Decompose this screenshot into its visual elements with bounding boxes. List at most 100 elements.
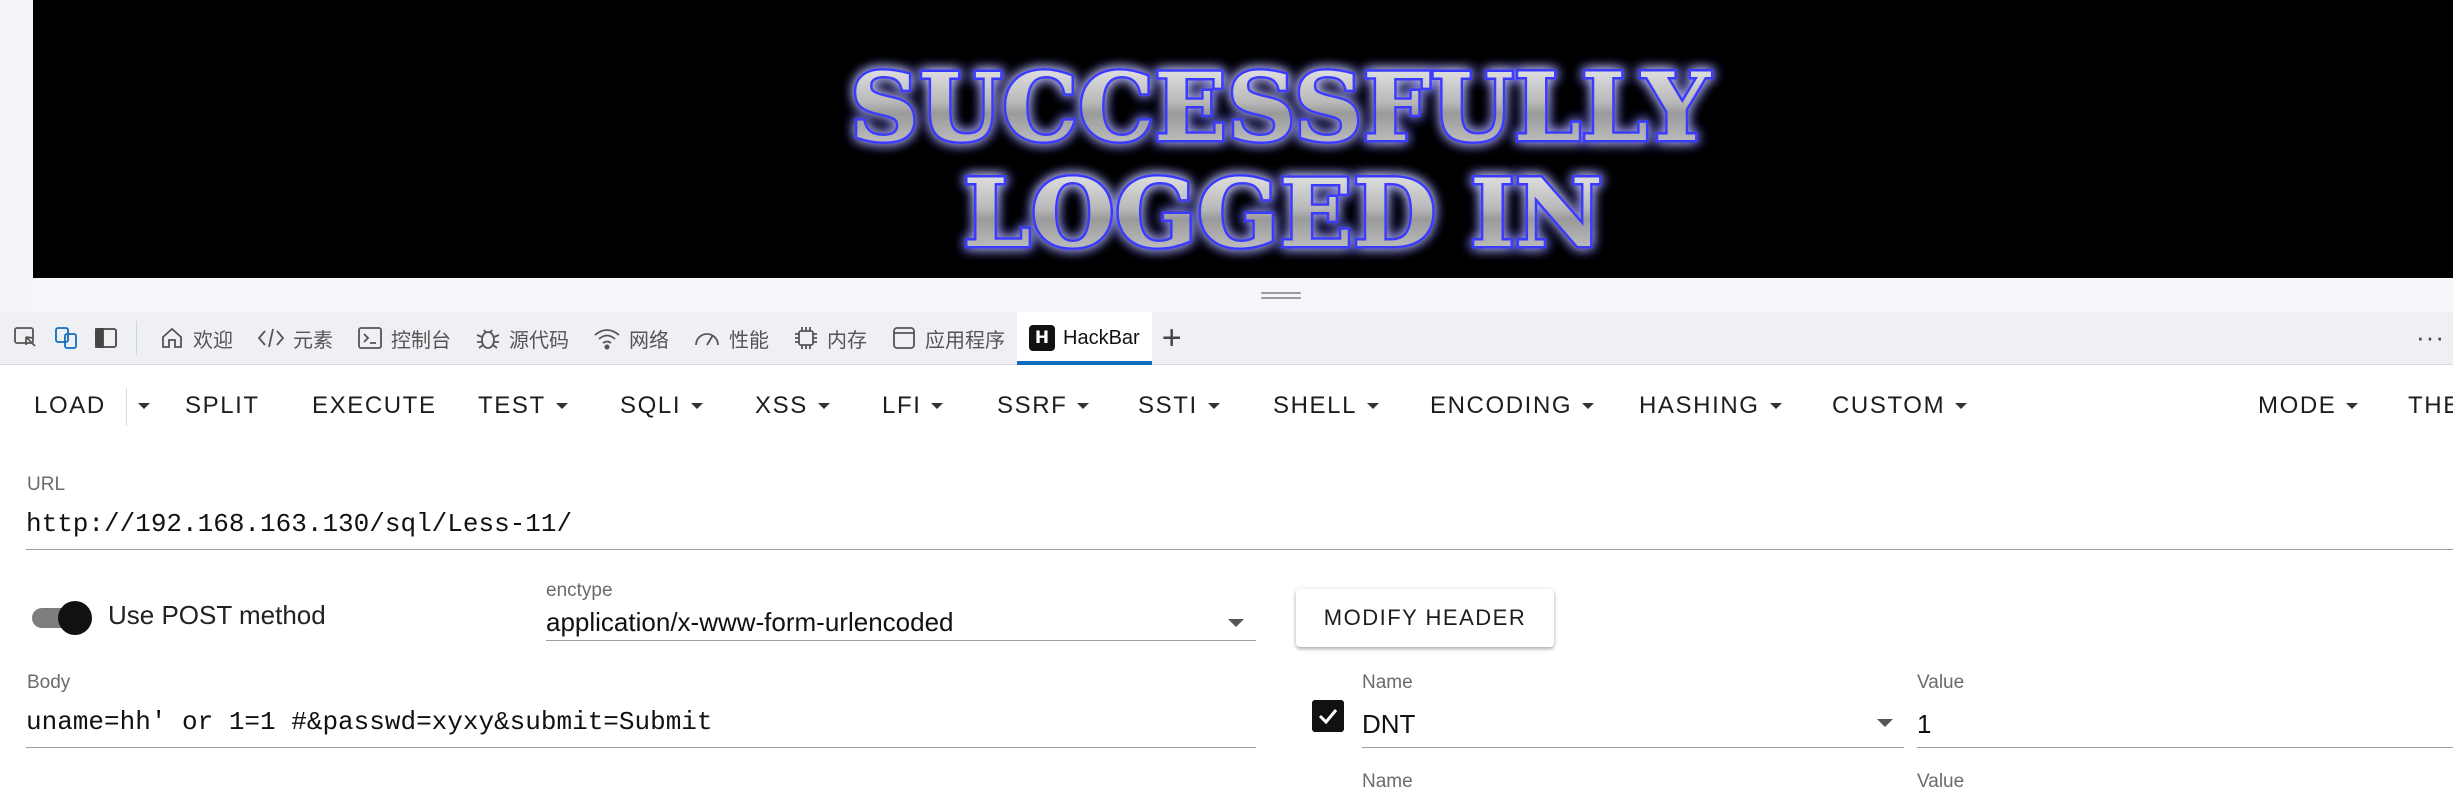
toggle-knob [58,601,92,635]
ssrf-menu-label: SSRF [997,392,1068,419]
chevron-down-icon [1367,403,1380,409]
tab-performance[interactable]: 性能 [681,312,781,365]
url-underline [26,549,2453,550]
code-icon [257,328,285,348]
chevron-down-icon [817,403,830,409]
shell-menu-button[interactable]: SHELL [1273,388,1380,424]
page-background [33,278,2453,312]
dock-side-icon[interactable] [86,318,126,358]
modify-header-label: MODIFY HEADER [1323,605,1527,630]
mode-menu-label: MODE [2258,392,2337,419]
success-banner: SUCCESSFULLY LOGGED IN [33,0,2453,278]
browser-window: SUCCESSFULLY LOGGED IN 欢迎 元素 控制台 源代码 网络 … [0,0,2453,792]
chevron-down-icon [1769,403,1782,409]
header-value-input[interactable]: 1 [1917,709,1931,740]
chevron-down-icon [1077,403,1090,409]
device-emulation-icon[interactable] [46,318,86,358]
hashing-menu-label: HASHING [1639,392,1760,419]
checkmark-icon [1318,709,1338,725]
tab-console-label: 控制台 [391,329,451,352]
header-enabled-checkbox[interactable] [1312,700,1344,732]
split-button-label: SPLIT [185,392,260,419]
lfi-menu-label: LFI [882,392,922,419]
execute-button-label: EXECUTE [312,392,437,419]
chip-icon [795,327,817,349]
hashing-menu-button[interactable]: HASHING [1639,388,1782,424]
chevron-down-icon [2346,403,2359,409]
modify-header-button[interactable]: MODIFY HEADER [1296,589,1554,647]
home-icon [162,327,182,348]
lfi-menu-button[interactable]: LFI [882,388,944,424]
banner-line2: LOGGED IN [963,159,1603,269]
theme-menu-button[interactable]: THE [2408,388,2453,424]
header-value-underline [1917,747,2453,748]
header-name-label: Name [1362,672,1413,693]
body-underline [26,747,1256,748]
tab-performance-label: 性能 [729,329,769,352]
sqli-menu-label: SQLI [620,392,682,419]
tab-bar-divider [136,321,137,355]
sqli-menu-button[interactable]: SQLI [620,388,704,424]
chevron-down-icon [691,403,704,409]
chevron-down-icon [1582,403,1595,409]
tab-network-label: 网络 [629,329,669,352]
console-icon [358,327,382,349]
tab-sources[interactable]: 源代码 [463,312,581,365]
tab-application-label: 应用程序 [925,329,1005,352]
theme-menu-label: THE [2408,392,2453,419]
custom-menu-label: CUSTOM [1832,392,1946,419]
tab-network[interactable]: 网络 [581,312,681,365]
hackbar-toolbar: LOAD SPLIT EXECUTE TEST SQLI XSS LFI SSR… [0,366,2453,444]
xss-menu-label: XSS [755,392,808,419]
tab-welcome[interactable]: 欢迎 [147,312,245,365]
load-button[interactable]: LOAD [34,388,106,424]
header-value-label: Value [1917,672,1965,693]
more-options-icon[interactable]: ··· [2416,322,2445,353]
banner-line1: SUCCESSFULLY [850,53,1711,163]
tab-console[interactable]: 控制台 [345,312,463,365]
tab-memory-label: 内存 [827,329,867,352]
load-divider [126,388,127,426]
tab-welcome-label: 欢迎 [193,329,233,352]
enctype-underline [546,640,1256,641]
chevron-down-icon[interactable] [1228,619,1244,627]
url-label: URL [27,474,66,495]
encoding-menu-label: ENCODING [1430,392,1573,419]
body-input[interactable]: uname=hh' or 1=1 #&passwd=xyxy&submit=Su… [26,707,713,737]
gauge-icon [695,333,719,346]
enctype-select[interactable]: application/x-www-form-urlencoded [546,607,954,638]
post-method-toggle[interactable] [28,600,94,635]
encoding-menu-button[interactable]: ENCODING [1430,388,1595,424]
tab-memory[interactable]: 内存 [781,312,879,365]
devtools-resize-handle[interactable] [1261,292,1301,301]
header-name-underline [1362,747,1904,748]
chevron-down-icon[interactable] [1877,719,1893,727]
tab-elements[interactable]: 元素 [245,312,345,365]
chevron-down-icon [1955,403,1968,409]
ssrf-menu-button[interactable]: SSRF [997,388,1090,424]
mode-menu-button[interactable]: MODE [2258,388,2359,424]
split-button[interactable]: SPLIT [185,388,260,424]
load-dropdown-button[interactable] [128,388,150,424]
test-menu-button[interactable]: TEST [478,388,568,424]
xss-menu-button[interactable]: XSS [755,388,830,424]
shell-menu-label: SHELL [1273,392,1358,419]
tab-application[interactable]: 应用程序 [879,312,1017,365]
ssti-menu-button[interactable]: SSTI [1138,388,1220,424]
custom-menu-button[interactable]: CUSTOM [1832,388,1968,424]
chevron-down-icon [931,403,944,409]
header-name-select[interactable]: DNT [1362,709,1415,740]
enctype-label: enctype [546,580,613,601]
hackbar-logo-icon: H [1029,325,1055,351]
chevron-down-icon [555,403,568,409]
load-button-label: LOAD [34,392,106,419]
tab-elements-label: 元素 [293,329,333,352]
ssti-menu-label: SSTI [1138,392,1198,419]
inspect-element-icon[interactable] [6,318,46,358]
devtools-tab-bar: 欢迎 元素 控制台 源代码 网络 性能 内存 应用程序 H HackBar + … [0,311,2453,365]
url-input[interactable]: http://192.168.163.130/sql/Less-11/ [26,509,572,539]
execute-button[interactable]: EXECUTE [312,388,437,424]
window-icon [893,327,915,349]
add-tab-icon[interactable]: + [1162,321,1182,355]
tab-hackbar[interactable]: H HackBar [1017,311,1152,365]
